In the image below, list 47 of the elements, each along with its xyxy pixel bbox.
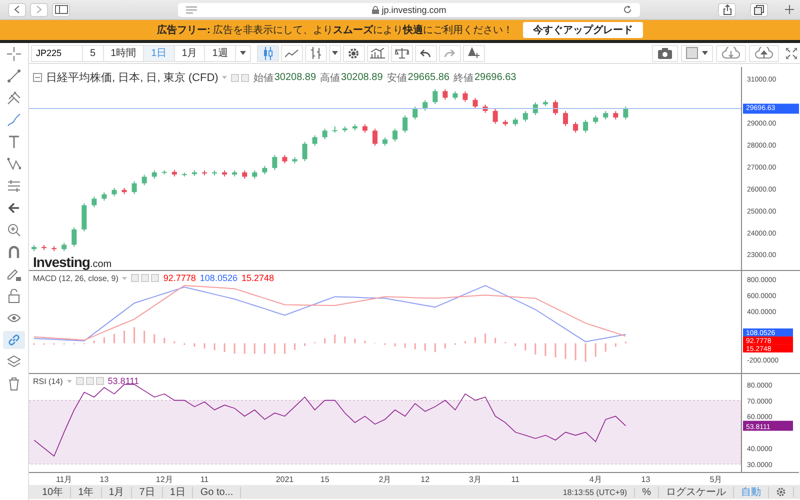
time-label: 4月 bbox=[589, 475, 602, 484]
time-label: 13 bbox=[641, 475, 650, 484]
logo-name: Investing bbox=[33, 254, 90, 270]
address-bar[interactable]: jp.investing.com bbox=[178, 2, 640, 16]
upgrade-button[interactable]: 今すぐアップグレード bbox=[523, 22, 644, 38]
time-label: 11 bbox=[511, 475, 520, 484]
ohlc-value: 29665.86 bbox=[408, 72, 450, 83]
time-label: 12 bbox=[420, 475, 430, 484]
interval-button[interactable]: 1週 bbox=[205, 44, 236, 62]
indicator-value: 15.2748 bbox=[241, 273, 274, 283]
indicator-name: MACD (12, 26, close, 9) bbox=[33, 274, 118, 282]
time-label: 13 bbox=[100, 475, 109, 484]
range-button[interactable]: Go to... bbox=[193, 486, 242, 498]
range-button[interactable]: 1月 bbox=[102, 486, 132, 498]
ohlc-label: 高値 bbox=[320, 72, 340, 84]
indicator-value: 92.7778 bbox=[163, 273, 196, 283]
scale-option[interactable]: ログスケール bbox=[659, 486, 734, 498]
time-label: 11月 bbox=[56, 475, 72, 484]
time-label: 5月 bbox=[710, 475, 722, 484]
time-label: 3月 bbox=[469, 475, 482, 484]
range-button[interactable]: 1年 bbox=[71, 486, 102, 498]
ohlc-label: 終値 bbox=[453, 72, 474, 84]
time-label: 12月 bbox=[156, 475, 173, 484]
time-label: 2021 bbox=[276, 475, 294, 484]
symbol-field[interactable]: JP225 bbox=[31, 44, 83, 62]
range-button[interactable]: 1日 bbox=[162, 486, 194, 498]
url-text: jp.investing.com bbox=[382, 4, 446, 14]
logo-suffix: .com bbox=[90, 259, 112, 270]
clock-text: 18:13:55 (UTC+9) bbox=[556, 488, 636, 496]
time-label: 15 bbox=[320, 475, 330, 484]
banner-text: 広告フリー: 広告を非表示にして、よりスムーズにより快適にご利用ください！ bbox=[156, 23, 514, 37]
interval-button[interactable]: 1月 bbox=[174, 44, 206, 62]
time-label: 2月 bbox=[378, 475, 392, 484]
chart-title: 日経平均株価, 日本, 日, 東京 (CFD) bbox=[46, 70, 218, 85]
range-button[interactable]: 10年 bbox=[35, 486, 72, 498]
ohlc-value: 30208.89 bbox=[274, 72, 316, 83]
indicator-name: RSI (14) bbox=[33, 376, 63, 386]
indicator-value: 108.0526 bbox=[200, 273, 238, 283]
ohlc-value: 29696.63 bbox=[474, 72, 516, 83]
ohlc-label: 始値 bbox=[253, 72, 274, 84]
time-label: 11 bbox=[200, 475, 209, 484]
ohlc-label: 安値 bbox=[386, 72, 407, 84]
scale-option[interactable]: % bbox=[635, 486, 659, 498]
range-button[interactable]: 7日 bbox=[132, 486, 163, 498]
ohlc-value: 30208.89 bbox=[341, 72, 383, 83]
indicator-value: 53.8111 bbox=[108, 376, 139, 386]
interval-button[interactable]: 5 bbox=[83, 44, 104, 62]
